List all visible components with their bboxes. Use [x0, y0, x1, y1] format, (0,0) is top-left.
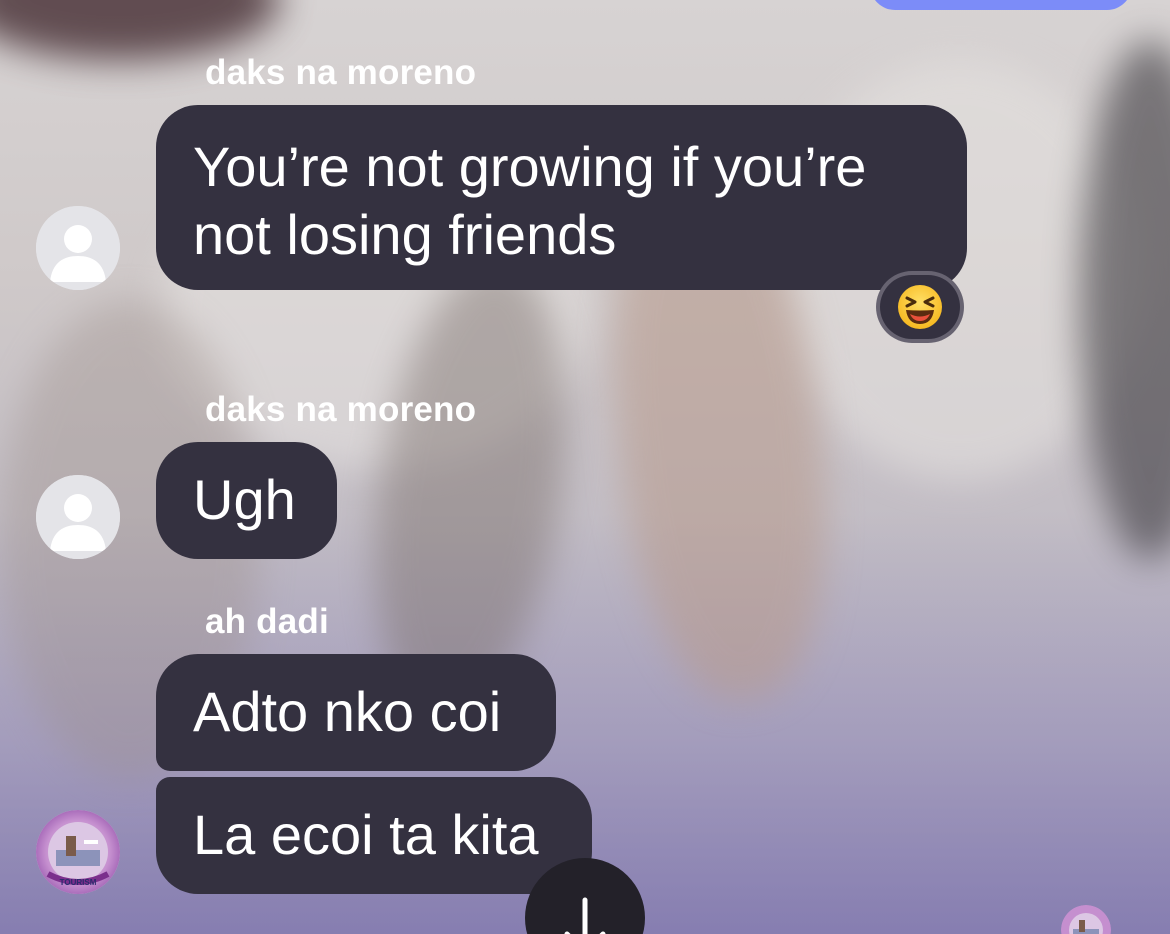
sender-name: daks na moreno	[205, 390, 477, 429]
avatar-logo-text: TOURISM	[60, 878, 97, 887]
message-reaction[interactable]	[876, 271, 964, 343]
avatar[interactable]	[36, 475, 120, 559]
message-text: Ugh	[193, 468, 296, 531]
message-text: La ecoi ta kita	[193, 803, 539, 866]
message-bubble[interactable]: Adto nko coi	[156, 654, 556, 771]
message-text: You’re not growing if you’re not losing …	[193, 135, 867, 266]
avatar[interactable]: TOURISM	[36, 810, 120, 894]
grinning-squinting-face-icon	[898, 285, 942, 329]
arrow-down-icon	[564, 897, 606, 934]
outgoing-message-bubble[interactable]	[870, 0, 1132, 10]
message-bubble[interactable]: La ecoi ta kita	[156, 777, 592, 894]
avatar[interactable]	[36, 206, 120, 290]
sender-name: ah dadi	[205, 602, 329, 641]
message-bubble[interactable]: You’re not growing if you’re not losing …	[156, 105, 967, 290]
message-bubble[interactable]: Ugh	[156, 442, 337, 559]
sender-name: daks na moreno	[205, 53, 477, 92]
message-text: Adto nko coi	[193, 680, 502, 743]
